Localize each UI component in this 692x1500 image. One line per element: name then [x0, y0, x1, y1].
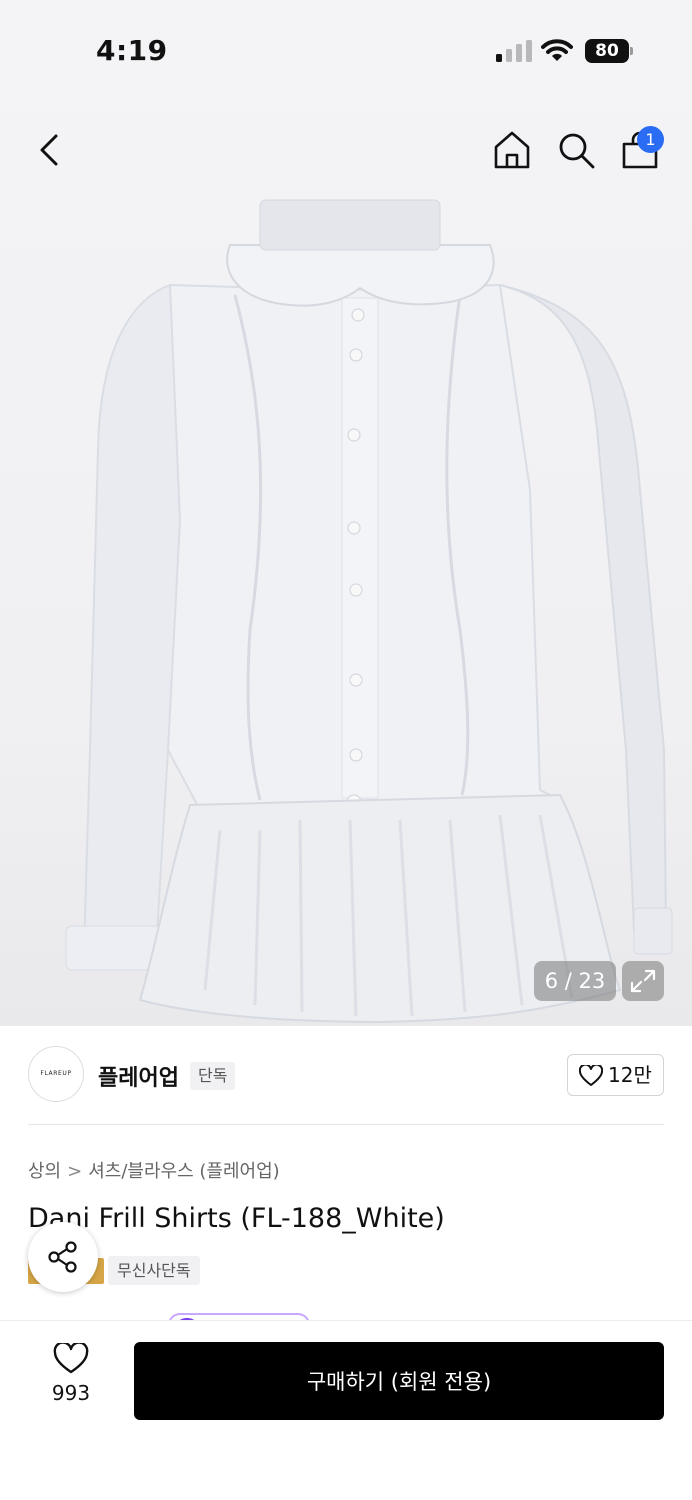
brand-name[interactable]: 플레어업: [98, 1060, 179, 1092]
brand-exclusive-tag: 단독: [190, 1062, 236, 1090]
share-button[interactable]: [28, 1222, 98, 1292]
wishlist-button[interactable]: 993: [36, 1343, 106, 1423]
product-gallery[interactable]: 4:19 80 1 6 / 23: [0, 0, 692, 1026]
expand-icon: [630, 969, 656, 993]
battery-level: 80: [585, 39, 629, 63]
signal-icon: [496, 40, 532, 62]
buy-button[interactable]: 구매하기 (회원 전용): [134, 1342, 664, 1420]
search-icon[interactable]: [556, 130, 596, 170]
bottom-action-bar: 993 구매하기 (회원 전용): [0, 1320, 692, 1500]
status-time: 4:19: [96, 34, 168, 67]
share-icon: [48, 1241, 77, 1273]
heart-icon: [53, 1343, 89, 1374]
product-image[interactable]: [60, 190, 692, 1026]
breadcrumb-category[interactable]: 상의: [28, 1161, 61, 1182]
expand-button[interactable]: [622, 961, 664, 1001]
cart-count-badge: 1: [637, 126, 664, 153]
exclusive-tag: 무신사단독: [108, 1256, 200, 1285]
brand-like-count: 12만: [608, 1063, 652, 1087]
breadcrumb-subcategory[interactable]: 셔츠/블라우스 (플레어업): [88, 1161, 279, 1182]
battery-tip: [630, 47, 633, 55]
image-counter: 6 / 23: [534, 961, 616, 1001]
breadcrumb: 상의 > 셔츠/블라우스 (플레어업): [28, 1157, 280, 1183]
breadcrumb-separator: >: [67, 1161, 83, 1182]
heart-icon: [579, 1065, 603, 1086]
divider: [28, 1124, 664, 1125]
home-icon[interactable]: [492, 130, 532, 170]
brand-like-button[interactable]: 12만: [567, 1054, 664, 1096]
back-icon[interactable]: [30, 130, 70, 170]
wifi-icon: [541, 39, 573, 61]
brand-logo[interactable]: FLAREUP: [28, 1046, 84, 1102]
battery-indicator: 80: [585, 39, 633, 63]
status-bar: 4:19 80: [0, 0, 692, 100]
wishlist-count: 993: [51, 1381, 91, 1405]
brand-row: FLAREUP 플레어업 단독 12만: [0, 1026, 692, 1126]
product-title: Dani Frill Shirts (FL-188_White): [28, 1203, 445, 1234]
